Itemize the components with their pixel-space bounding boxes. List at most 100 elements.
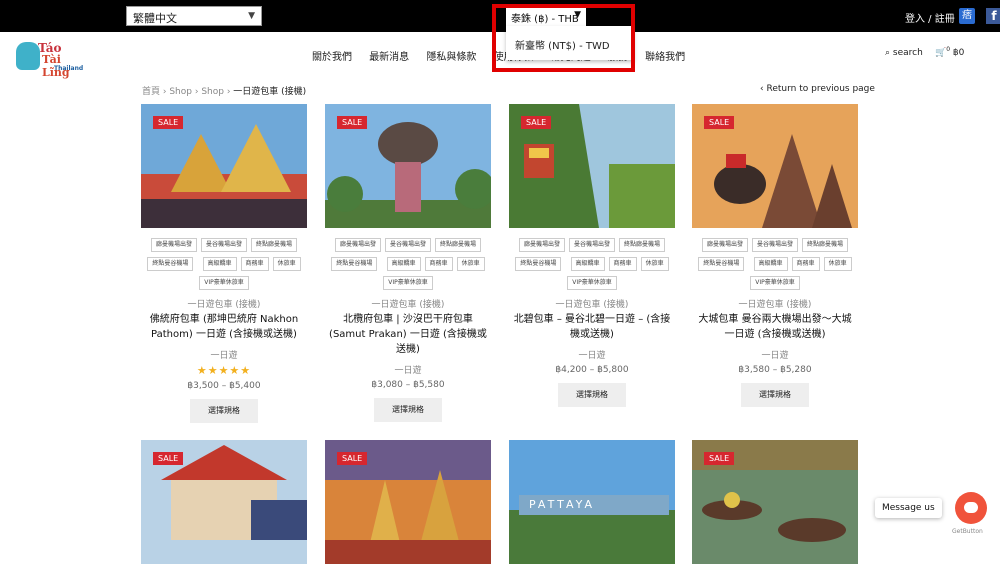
product-image[interactable]: SALE: [692, 440, 858, 564]
product-image[interactable]: SALE: [325, 440, 491, 564]
language-value: 繁體中文: [133, 12, 177, 25]
product-category[interactable]: 一日遊包車 (接機): [509, 297, 675, 310]
product-title[interactable]: 北欖府包車 | 沙沒巴干府包車 (Samut Prakan) 一日遊 (含接機或…: [325, 312, 491, 357]
nav-item-about[interactable]: 關於我們: [312, 52, 352, 63]
tag[interactable]: 休旅車: [640, 257, 669, 271]
product-image[interactable]: SALE: [141, 440, 307, 564]
select-options-button[interactable]: 選擇規格: [741, 383, 809, 407]
pattaya-sign: PATTAYA: [529, 498, 595, 511]
tag[interactable]: 終點曼谷機場: [515, 257, 562, 271]
chevron-left-icon: ‹: [760, 84, 764, 94]
return-link[interactable]: ‹ Return to previous page: [760, 84, 875, 94]
product-category[interactable]: 一日遊包車 (接機): [141, 297, 307, 310]
sale-badge: SALE: [704, 116, 735, 129]
product-title[interactable]: 佛統府包車 (那坤巴統府 Nakhon Pathom) 一日遊 (含接機或送機): [141, 312, 307, 342]
product-category[interactable]: 一日遊包車 (接機): [692, 297, 858, 310]
language-select[interactable]: 繁體中文 ▼: [126, 6, 262, 26]
product-image[interactable]: SALE: [509, 104, 675, 228]
tag[interactable]: 休旅車: [272, 257, 301, 271]
cart-link[interactable]: 🛒0 ฿0: [935, 46, 965, 58]
product-image[interactable]: SALE: [141, 104, 307, 228]
login-register-link[interactable]: 登入 / 註冊: [905, 10, 955, 25]
breadcrumb-home[interactable]: 首頁: [142, 87, 160, 97]
breadcrumb-current: 一日遊包車 (接機): [233, 87, 307, 97]
tag[interactable]: 曼谷機場出發: [751, 238, 798, 252]
chat-icon[interactable]: [955, 492, 987, 524]
pattaya-image: PATTAYA: [509, 440, 675, 564]
site-logo[interactable]: Táo Tài Lĩng Thailand: [16, 40, 86, 79]
logo-text-3: Thailand: [54, 65, 84, 72]
nav-item-privacy[interactable]: 隱私與條款: [426, 52, 476, 63]
tag[interactable]: VIP豪華休旅車: [383, 276, 433, 290]
product-card[interactable]: SALE 廊曼機場出發 曼谷機場出發 終點廊曼機場 終點曼谷機場 高級轎車 商務車 休旅…: [141, 104, 307, 423]
product-card[interactable]: SALE: [325, 440, 491, 564]
highlight-annotation-box: [492, 4, 635, 72]
getbutton-credit[interactable]: GetButton: [952, 528, 983, 535]
tag[interactable]: 終點曼谷機場: [331, 257, 378, 271]
tag[interactable]: 終點曼谷機場: [147, 257, 194, 271]
elephant-icon: [16, 42, 40, 70]
product-category[interactable]: 一日遊包車 (接機): [325, 297, 491, 310]
nav-item-news[interactable]: 最新消息: [369, 52, 409, 63]
cart-total: ฿0: [952, 48, 965, 58]
sale-badge: SALE: [337, 116, 368, 129]
breadcrumb: 首頁 › Shop › Shop › 一日遊包車 (接機): [142, 87, 307, 97]
tag[interactable]: 休旅車: [456, 257, 485, 271]
tag[interactable]: 廊曼機場出發: [518, 238, 565, 252]
product-title[interactable]: 大城包車 曼谷兩大機場出發～大城一日遊 (含接機或送機): [692, 312, 858, 342]
product-card[interactable]: SALE 廊曼機場出發 曼谷機場出發 終點廊曼機場 終點曼谷機場 高級轎車 商務車 休旅…: [325, 104, 491, 422]
tag[interactable]: 廊曼機場出發: [150, 238, 197, 252]
product-card[interactable]: SALE: [141, 440, 307, 564]
product-image[interactable]: SALE: [325, 104, 491, 228]
tag[interactable]: 廊曼機場出發: [334, 238, 381, 252]
product-price: ฿3,580 – ฿5,280: [738, 365, 812, 375]
tag[interactable]: 高級轎車: [570, 257, 605, 271]
sale-badge: SALE: [153, 116, 184, 129]
tag[interactable]: 終點曼谷機場: [698, 257, 745, 271]
tag[interactable]: 終點廊曼機場: [435, 238, 482, 252]
tag[interactable]: 高級轎車: [386, 257, 421, 271]
tag[interactable]: 高級轎車: [202, 257, 237, 271]
tag[interactable]: 終點廊曼機場: [619, 238, 666, 252]
select-options-button[interactable]: 選擇規格: [558, 383, 626, 407]
product-image[interactable]: SALE: [692, 104, 858, 228]
nav-item-contact[interactable]: 聯絡我們: [645, 52, 685, 63]
cart-count: 0: [946, 46, 951, 53]
product-title[interactable]: 北碧包車 – 曼谷北碧一日遊 – (含接機或送機): [509, 312, 675, 342]
tag[interactable]: 休旅車: [823, 257, 852, 271]
tag[interactable]: VIP豪華休旅車: [750, 276, 800, 290]
product-card[interactable]: PATTAYA: [509, 440, 675, 564]
tag[interactable]: 曼谷機場出發: [384, 238, 431, 252]
tag[interactable]: 廊曼機場出發: [701, 238, 748, 252]
sale-badge: SALE: [521, 116, 552, 129]
search-icon: ⌕: [885, 48, 891, 58]
tag[interactable]: 商務車: [424, 257, 453, 271]
tag[interactable]: 商務車: [240, 257, 269, 271]
sale-badge: SALE: [704, 452, 735, 465]
tag-list: 廊曼機場出發 曼谷機場出發 終點廊曼機場 終點曼谷機場 高級轎車 商務車 休旅車 VIP豪…: [141, 238, 307, 295]
product-card[interactable]: SALE 廊曼機場出發 曼谷機場出發 終點廊曼機場 終點曼谷機場 高級轎車 商務車 休旅…: [692, 104, 858, 407]
pixnet-icon[interactable]: 痞: [959, 8, 975, 24]
product-image[interactable]: PATTAYA: [509, 440, 675, 564]
tag[interactable]: VIP豪華休旅車: [567, 276, 617, 290]
tag[interactable]: 終點廊曼機場: [251, 238, 298, 252]
search-label: search: [892, 48, 923, 58]
product-card[interactable]: SALE: [692, 440, 858, 564]
rating-stars: ★★★★★: [196, 364, 252, 377]
sale-badge: SALE: [337, 452, 368, 465]
tag[interactable]: 曼谷機場出發: [568, 238, 615, 252]
breadcrumb-shop-2[interactable]: Shop: [201, 87, 224, 97]
tag[interactable]: 曼谷機場出發: [200, 238, 247, 252]
tag[interactable]: VIP豪華休旅車: [199, 276, 249, 290]
tag[interactable]: 高級轎車: [753, 257, 788, 271]
product-card[interactable]: SALE 廊曼機場出發 曼谷機場出發 終點廊曼機場 終點曼谷機場 高級轎車 商務車 休旅…: [509, 104, 675, 407]
select-options-button[interactable]: 選擇規格: [190, 399, 258, 423]
tag[interactable]: 商務車: [608, 257, 637, 271]
select-options-button[interactable]: 選擇規格: [374, 398, 442, 422]
message-us-tooltip[interactable]: Message us: [875, 498, 942, 518]
tag[interactable]: 終點廊曼機場: [802, 238, 849, 252]
facebook-icon[interactable]: f: [986, 8, 1000, 24]
search-link[interactable]: ⌕ search: [885, 48, 923, 58]
tag[interactable]: 商務車: [791, 257, 820, 271]
breadcrumb-shop[interactable]: Shop: [169, 87, 192, 97]
